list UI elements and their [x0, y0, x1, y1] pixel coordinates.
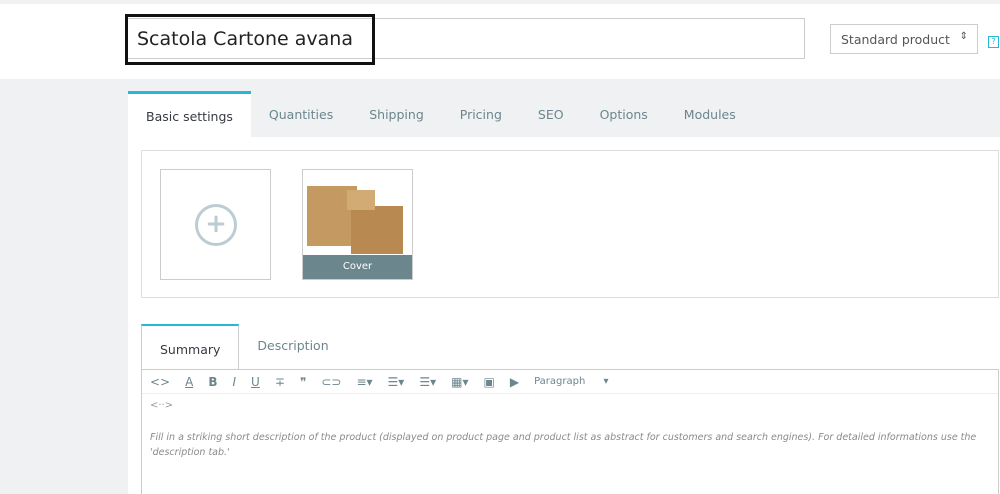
tab-description[interactable]: Description	[239, 324, 346, 370]
summary-tabs: Summary Description	[141, 324, 347, 370]
tab-quantities[interactable]: Quantities	[251, 91, 351, 137]
tab-summary[interactable]: Summary	[141, 324, 240, 370]
image-icon[interactable]: ▣	[483, 375, 494, 389]
product-image-thumbnail[interactable]: Cover	[302, 169, 413, 280]
code-icon[interactable]: <>	[150, 375, 170, 389]
plus-icon: +	[195, 204, 237, 246]
italic-icon[interactable]: I	[232, 375, 236, 389]
summary-placeholder: Fill in a striking short description of …	[150, 432, 977, 458]
editor-toolbar: <> A B I U ∓ ❞ ⊂⊃ ≡▾ ☰▾ ☰▾ ▦▾ ▣ ▶ Paragr…	[142, 370, 998, 394]
paragraph-dropdown[interactable]: Paragraph ▾	[534, 376, 608, 387]
tab-shipping[interactable]: Shipping	[351, 91, 442, 137]
help-icon[interactable]: ?	[988, 36, 999, 48]
select-arrows-icon: ⇕	[959, 31, 968, 42]
strikethrough-icon[interactable]: ∓	[275, 375, 285, 389]
align-icon[interactable]: ≡▾	[356, 375, 372, 389]
product-type-value: Standard product	[841, 32, 950, 47]
table-icon[interactable]: ▦▾	[451, 375, 468, 389]
product-name-value[interactable]: Scatola Cartone avana	[125, 14, 375, 65]
cover-label: Cover	[303, 255, 412, 279]
tab-modules[interactable]: Modules	[666, 91, 754, 137]
product-tabs: Basic settings Quantities Shipping Prici…	[128, 91, 754, 137]
tab-basic-settings[interactable]: Basic settings	[128, 91, 251, 137]
bold-icon[interactable]: B	[208, 375, 217, 389]
paragraph-label: Paragraph	[534, 376, 586, 387]
text-color-icon[interactable]: A	[185, 375, 193, 389]
tab-seo[interactable]: SEO	[520, 91, 582, 137]
quote-icon[interactable]: ❞	[300, 375, 306, 389]
bullet-list-icon[interactable]: ☰▾	[388, 375, 405, 389]
tab-pricing[interactable]: Pricing	[442, 91, 520, 137]
video-icon[interactable]: ▶	[510, 375, 519, 389]
box-image-part	[351, 206, 403, 254]
link-icon[interactable]: ⊂⊃	[321, 375, 341, 389]
add-image-button[interactable]: +	[160, 169, 271, 280]
underline-icon[interactable]: U	[251, 375, 260, 389]
source-code-icon[interactable]: <··>	[142, 394, 998, 420]
summary-editor[interactable]: <> A B I U ∓ ❞ ⊂⊃ ≡▾ ☰▾ ☰▾ ▦▾ ▣ ▶ Paragr…	[141, 369, 999, 494]
product-type-select[interactable]: Standard product ⇕	[830, 24, 978, 54]
numbered-list-icon[interactable]: ☰▾	[419, 375, 436, 389]
box-image-part	[347, 190, 375, 210]
tab-options[interactable]: Options	[582, 91, 666, 137]
